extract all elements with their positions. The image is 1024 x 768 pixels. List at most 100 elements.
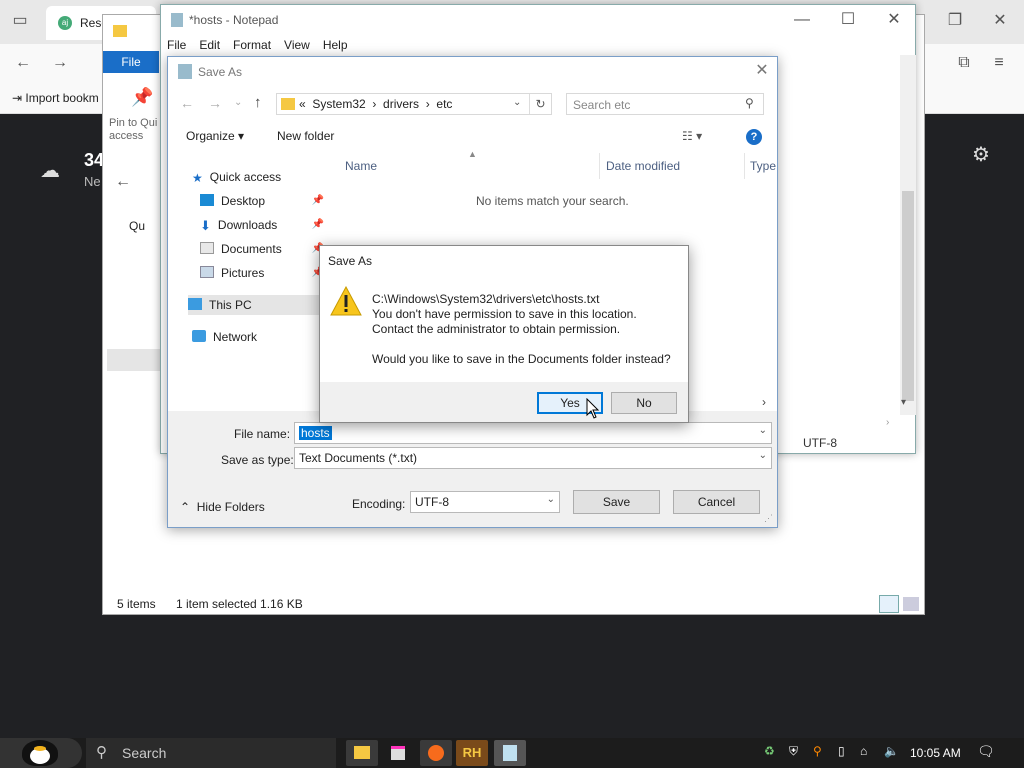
menu-format[interactable]: Format [233, 38, 271, 52]
network-icon [192, 330, 206, 342]
usb-icon[interactable]: ▯ [838, 744, 845, 758]
search-input[interactable]: Search etc ⚲ [566, 93, 764, 115]
no-button[interactable]: No [611, 392, 677, 414]
view-options-icon[interactable]: ☷ ▾ [682, 129, 702, 143]
volume-icon[interactable]: 🔈 [884, 744, 899, 758]
file-tab[interactable]: File [103, 51, 159, 73]
save-as-close-icon[interactable]: ✕ [750, 59, 774, 83]
settings-gear-icon[interactable]: ⚙ [972, 142, 990, 167]
close-browser-icon[interactable]: ✕ [989, 11, 1011, 33]
file-explorer-taskbar-icon[interactable] [346, 740, 378, 766]
firefox-taskbar-icon[interactable] [420, 740, 452, 766]
tab-favicon-icon: aj [58, 16, 72, 30]
save-type-value: Text Documents (*.txt) [299, 451, 418, 465]
encoding-select[interactable]: UTF-8 ⌄ [410, 491, 560, 513]
nav-this-pc[interactable]: This PC [188, 295, 328, 315]
nav-desktop[interactable]: Desktop 📌 [200, 191, 326, 211]
save-type-label: Save as type: [221, 453, 294, 467]
document-icon [200, 242, 214, 254]
chevron-up-icon: ⌃ [180, 500, 191, 514]
refresh-icon[interactable]: ↻ [529, 94, 551, 114]
search-tray-icon[interactable]: ⚲ [813, 744, 822, 758]
back-icon[interactable]: ← [12, 53, 34, 75]
hide-folders-button[interactable]: ⌃ Hide Folders [180, 500, 265, 514]
minimize-icon[interactable]: — [779, 5, 825, 35]
menu-view[interactable]: View [284, 38, 310, 52]
taskbar-search-label: Search [122, 745, 167, 761]
store-taskbar-icon[interactable] [382, 740, 414, 766]
nav-downloads[interactable]: ⬇ Downloads 📌 [200, 215, 326, 235]
sa-back-icon[interactable]: ← [180, 95, 194, 111]
address-dropdown-icon[interactable]: ⌄ [513, 97, 521, 108]
close-notepad-icon[interactable]: ✕ [871, 5, 917, 35]
cloud-icon: ☁ [40, 160, 60, 182]
warning-line2: Contact the administrator to obtain perm… [372, 322, 621, 336]
menu-file[interactable]: File [167, 38, 186, 52]
list-scroll-right-icon[interactable]: › [762, 395, 766, 409]
breadcrumb: « System32 › drivers › etc [299, 97, 453, 111]
address-folder-icon [281, 98, 295, 110]
save-button[interactable]: Save [573, 490, 660, 514]
save-as-icon [178, 64, 192, 79]
warning-button-bar: Yes No [320, 382, 688, 422]
menu-edit[interactable]: Edit [199, 38, 220, 52]
navigation-pane: ★ Quick access Desktop 📌 ⬇ Downloads 📌 Docum… [168, 153, 328, 411]
nav-documents[interactable]: Documents 📌 [200, 239, 326, 259]
save-type-dropdown-icon[interactable]: ⌄ [759, 450, 767, 461]
menu-icon[interactable]: ≡ [988, 53, 1010, 75]
maximize-icon[interactable]: ☐ [825, 5, 871, 35]
nav-network[interactable]: Network [192, 327, 326, 347]
resize-grip-icon[interactable]: ⋰ [764, 513, 773, 524]
encoding-label: Encoding: [352, 497, 406, 511]
nav-quick-access[interactable]: ★ Quick access [192, 167, 326, 187]
sa-forward-icon[interactable]: → [208, 95, 222, 111]
column-date-modified[interactable]: Date modified [606, 159, 680, 173]
taskbar-search[interactable]: ⚲ Search [86, 738, 336, 768]
extensions-icon[interactable]: ⧉ [953, 53, 975, 75]
file-name-dropdown-icon[interactable]: ⌄ [759, 425, 767, 436]
warning-title: Save As [328, 254, 373, 268]
forward-icon[interactable]: → [49, 53, 71, 75]
organize-button[interactable]: Organize ▾ [186, 129, 244, 143]
menu-help[interactable]: Help [323, 38, 348, 52]
save-type-select[interactable]: Text Documents (*.txt) ⌄ [294, 447, 772, 469]
scroll-down-icon[interactable]: ▾ [901, 397, 906, 408]
column-type[interactable]: Type [750, 159, 776, 173]
cancel-button[interactable]: Cancel [673, 490, 760, 514]
network-tray-icon[interactable]: ♻ [764, 744, 775, 758]
restore-icon[interactable]: ❐ [944, 11, 966, 33]
rh-taskbar-icon[interactable]: RH [456, 740, 488, 766]
sa-up-icon[interactable]: ↑ [254, 94, 262, 111]
details-view-icon[interactable] [879, 595, 899, 613]
security-shield-icon[interactable]: ⛨ [789, 744, 798, 759]
new-folder-button[interactable]: New folder [277, 129, 334, 143]
crumb-system32[interactable]: System32 [312, 97, 365, 111]
start-button[interactable] [0, 738, 82, 768]
wifi-icon[interactable]: ⌂ [860, 744, 867, 758]
explorer-back-icon[interactable]: ← [115, 173, 131, 191]
notepad-taskbar-icon[interactable] [494, 740, 526, 766]
notifications-icon[interactable]: 🗨 [977, 743, 995, 760]
sa-recent-icon[interactable]: ⌄ [234, 97, 242, 108]
empty-message: No items match your search. [476, 194, 629, 208]
address-bar[interactable]: « System32 › drivers › etc ⌄ ↻ [276, 93, 552, 115]
crumb-etc[interactable]: etc [436, 97, 452, 111]
column-name[interactable]: Name [345, 159, 377, 173]
help-icon[interactable]: ? [746, 129, 762, 145]
file-name-input[interactable]: hosts ⌄ [294, 422, 772, 444]
large-icons-view-icon[interactable] [903, 597, 919, 611]
notepad-scroll-thumb[interactable] [902, 191, 914, 401]
scroll-right-icon[interactable]: › [886, 417, 889, 428]
tab-overview-icon[interactable]: ▭ [9, 11, 31, 33]
warning-message: C:\Windows\System32\drivers\etc\hosts.tx… [372, 292, 671, 367]
warning-question: Would you like to save in the Documents … [372, 352, 671, 366]
encoding-dropdown-icon[interactable]: ⌄ [547, 494, 555, 505]
status-items: 5 items [117, 597, 156, 611]
nav-pictures[interactable]: Pictures 📌 [200, 263, 326, 283]
download-arrow-icon: ⬇ [200, 218, 211, 233]
explorer-nav-quick[interactable]: Qu [129, 219, 145, 233]
import-bookmarks-link[interactable]: ⇥ Import bookm [12, 91, 99, 105]
crumb-drivers[interactable]: drivers [383, 97, 419, 111]
pin-quick-access-label[interactable]: Pin to Qui access [109, 117, 161, 143]
clock[interactable]: 10:05 AM [910, 746, 961, 760]
